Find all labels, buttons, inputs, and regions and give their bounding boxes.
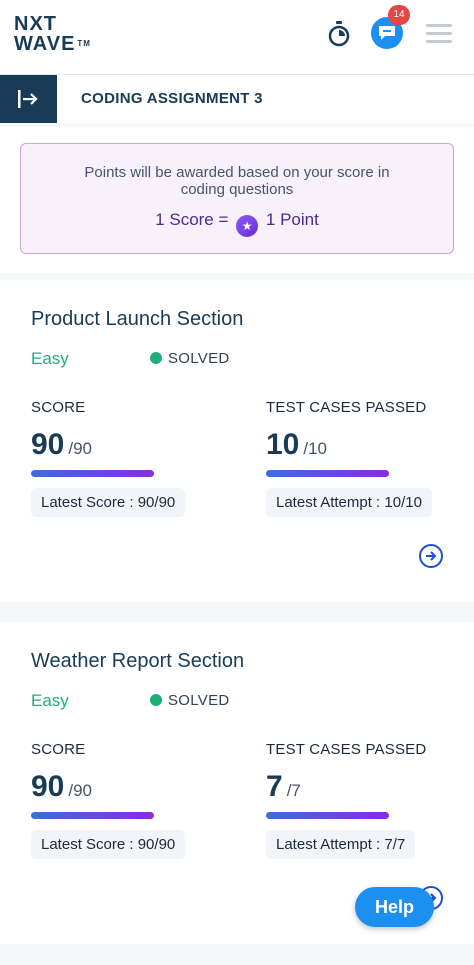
open-section-arrow-icon[interactable] <box>419 544 443 568</box>
score-progress-bar <box>31 812 154 819</box>
score-equation-right: 1 Point <box>265 210 319 229</box>
points-info-container: Points will be awarded based on your sco… <box>0 127 474 273</box>
logo-line2: WAVE TM <box>14 33 91 55</box>
star-coin-icon: ★ <box>236 215 259 237</box>
points-info-box: Points will be awarded based on your sco… <box>20 143 454 254</box>
section-card-product-launch: Product Launch Section Easy SOLVED SCORE… <box>0 280 474 602</box>
difficulty-label: Easy <box>31 349 69 368</box>
score-label: SCORE <box>31 399 86 416</box>
test-cases-label: TEST CASES PASSED <box>266 741 427 758</box>
score-value: 90/90 <box>31 770 93 803</box>
notification-badge: 14 <box>388 5 410 25</box>
logo-line1: NXT <box>14 13 57 35</box>
solved-dot-icon <box>150 694 162 706</box>
test-cases-value: 7/7 <box>266 770 301 803</box>
section-title: Product Launch Section <box>31 308 244 330</box>
status-badge: SOLVED <box>150 692 230 709</box>
collapse-sidebar-button[interactable] <box>0 75 57 123</box>
latest-attempt-pill: Latest Attempt : 7/7 <box>266 830 416 859</box>
latest-score-pill: Latest Score : 90/90 <box>31 830 186 859</box>
score-to-points-equation: 1 Score = ★ 1 Point <box>21 210 453 237</box>
score-label: SCORE <box>31 741 86 758</box>
assignment-title: CODING ASSIGNMENT 3 <box>81 90 263 107</box>
solved-dot-icon <box>150 352 162 364</box>
test-cases-progress-bar <box>266 812 389 819</box>
latest-score-pill: Latest Score : 90/90 <box>31 488 186 517</box>
assignment-header: CODING ASSIGNMENT 3 <box>0 75 474 123</box>
score-value: 90/90 <box>31 428 93 461</box>
top-navbar: NXT WAVE TM 14 <box>0 0 474 75</box>
latest-attempt-pill: Latest Attempt : 10/10 <box>266 488 432 517</box>
help-button[interactable]: Help <box>355 887 434 927</box>
difficulty-label: Easy <box>31 691 69 710</box>
test-cases-label: TEST CASES PASSED <box>266 399 427 416</box>
status-badge: SOLVED <box>150 350 230 367</box>
section-title: Weather Report Section <box>31 650 245 672</box>
test-cases-progress-bar <box>266 470 389 477</box>
test-cases-value: 10/10 <box>266 428 328 461</box>
hamburger-menu-icon[interactable] <box>426 24 452 44</box>
logo-trademark: TM <box>77 39 91 48</box>
score-progress-bar <box>31 470 154 477</box>
points-info-message: Points will be awarded based on your sco… <box>84 164 390 198</box>
score-equation-left: 1 Score = <box>155 210 229 229</box>
nxtwave-logo[interactable]: NXT WAVE TM <box>14 14 104 60</box>
stopwatch-icon[interactable] <box>327 20 351 48</box>
